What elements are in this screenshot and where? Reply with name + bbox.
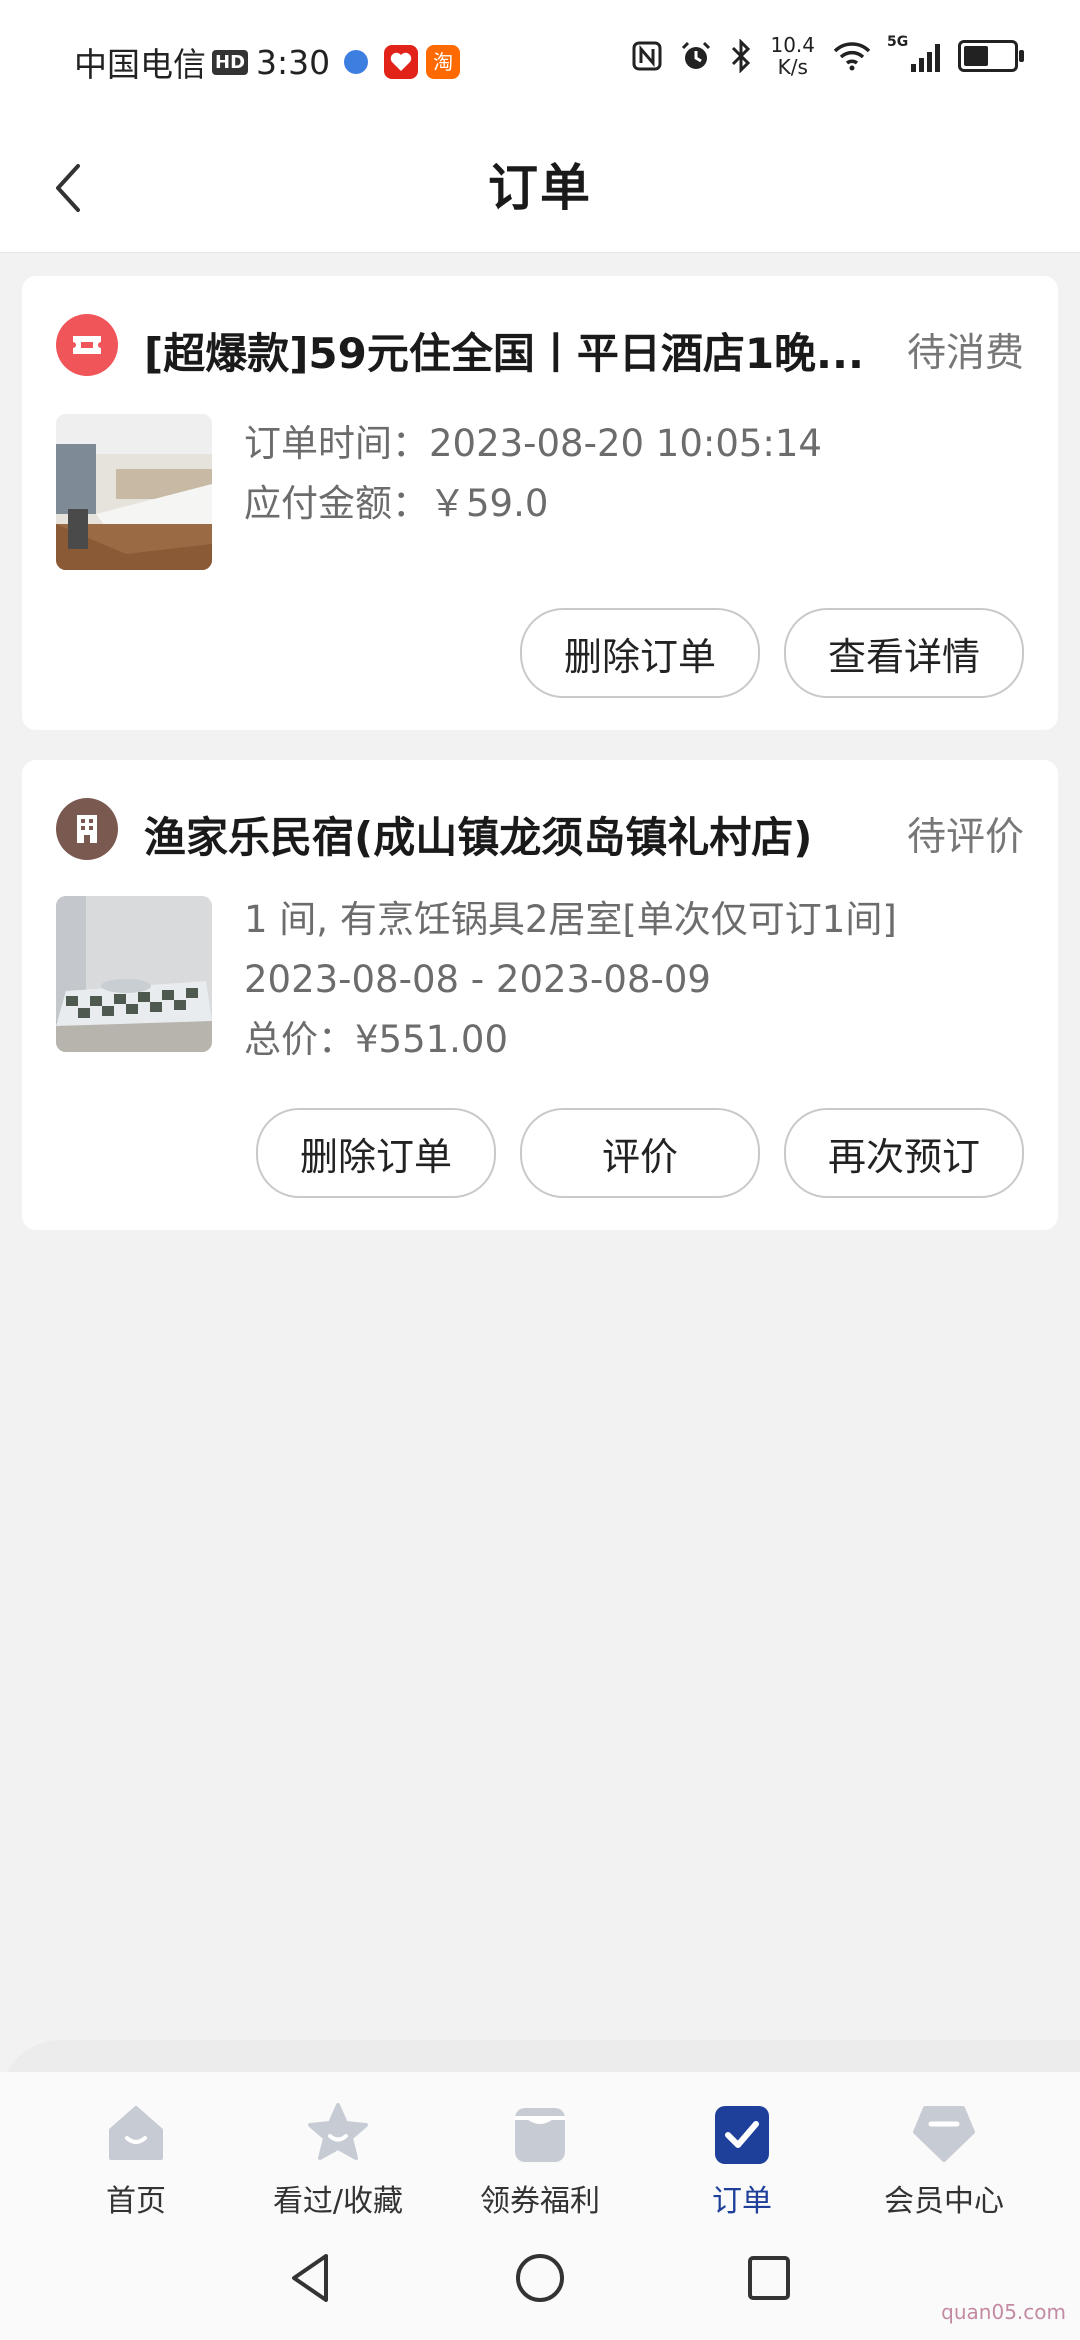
book-again-button[interactable]: 再次预订 [784, 1108, 1024, 1198]
tab-member-center[interactable]: 会员中心 [854, 2100, 1034, 2220]
order-time: 订单时间：2023-08-20 10:05:14 [244, 422, 822, 465]
system-navigation-bar [0, 2240, 1080, 2340]
room-description: 1 间, 有烹饪锅具2居室[单次仅可订1间] [244, 898, 897, 941]
system-recents-icon[interactable] [744, 2250, 794, 2306]
order-title[interactable]: [超爆款]59元住全国丨平日酒店1晚... [144, 320, 904, 381]
tab-home[interactable]: 首页 [46, 2100, 226, 2220]
system-home-icon[interactable] [514, 2250, 566, 2306]
tab-orders[interactable]: 订单 [652, 2100, 832, 2220]
hd-badge: HD [212, 49, 249, 75]
order-info: 1 间, 有烹饪锅具2居室[单次仅可订1间] 2023-08-08 - 2023… [244, 890, 897, 1070]
star-icon [308, 2103, 368, 2160]
alarm-icon [682, 41, 711, 69]
carrier-name: 中国电信 [74, 45, 206, 84]
order-amount: 应付金额：￥59.0 [244, 482, 549, 525]
cellular-signal: 5G [887, 34, 940, 72]
browser-notification-icon [344, 50, 369, 74]
ticket-icon [56, 314, 118, 376]
status-bar: 中国电信 HD 3:30 淘 10.4 K/s 5G [0, 0, 1080, 118]
wifi-icon [833, 42, 871, 71]
taobao-notification-icon: 淘 [426, 45, 461, 79]
total-price: 总价：¥551.00 [244, 1018, 509, 1061]
status-bar-right: 10.4 K/s 5G [632, 33, 1024, 79]
delete-order-button[interactable]: 删除订单 [256, 1108, 496, 1198]
stay-dates: 2023-08-08 - 2023-08-09 [244, 958, 711, 1001]
page-title: 订单 [488, 159, 592, 217]
heart-app-notification-icon [384, 45, 419, 79]
bottom-tab-bar: 首页 看过/收藏 领券福利 订单 会员中心 [0, 2072, 1080, 2262]
order-card[interactable]: [超爆款]59元住全国丨平日酒店1晚... 待消费 订单时间：2023-08-2… [22, 276, 1058, 730]
order-title[interactable]: 渔家乐民宿(成山镇龙须岛镇礼村店) [144, 804, 904, 865]
bluetooth-icon [732, 39, 751, 73]
view-details-button[interactable]: 查看详情 [784, 608, 1024, 698]
building-icon [56, 798, 118, 860]
order-status: 待评价 [906, 815, 1024, 860]
network-speed: 10.4 K/s [770, 33, 815, 79]
battery-icon [958, 40, 1024, 72]
delete-order-button[interactable]: 删除订单 [520, 608, 760, 698]
coupon-icon [515, 2108, 565, 2162]
home-icon [109, 2106, 163, 2160]
hotel-room-thumbnail[interactable] [56, 414, 212, 570]
order-check-icon [715, 2106, 769, 2164]
watermark-text: quan05.com [941, 2300, 1066, 2324]
tab-coupons[interactable]: 领券福利 [450, 2100, 630, 2220]
homestay-room-thumbnail[interactable] [56, 896, 212, 1052]
member-icon [913, 2106, 975, 2162]
status-bar-left: 中国电信 HD 3:30 淘 [74, 38, 468, 86]
order-status: 待消费 [906, 331, 1024, 376]
tab-history-favorites[interactable]: 看过/收藏 [248, 2100, 428, 2220]
order-card[interactable]: 渔家乐民宿(成山镇龙须岛镇礼村店) 待评价 1 间, 有烹饪锅具2居室[单次仅可… [22, 760, 1058, 1230]
clock-time: 3:30 [256, 42, 331, 82]
system-back-icon[interactable] [286, 2250, 336, 2306]
network-type: 5G [887, 34, 909, 50]
order-info: 订单时间：2023-08-20 10:05:14 应付金额：￥59.0 [244, 414, 822, 534]
review-button[interactable]: 评价 [520, 1108, 760, 1198]
nfc-icon [632, 41, 662, 71]
page-header: 订单 [0, 118, 1080, 253]
